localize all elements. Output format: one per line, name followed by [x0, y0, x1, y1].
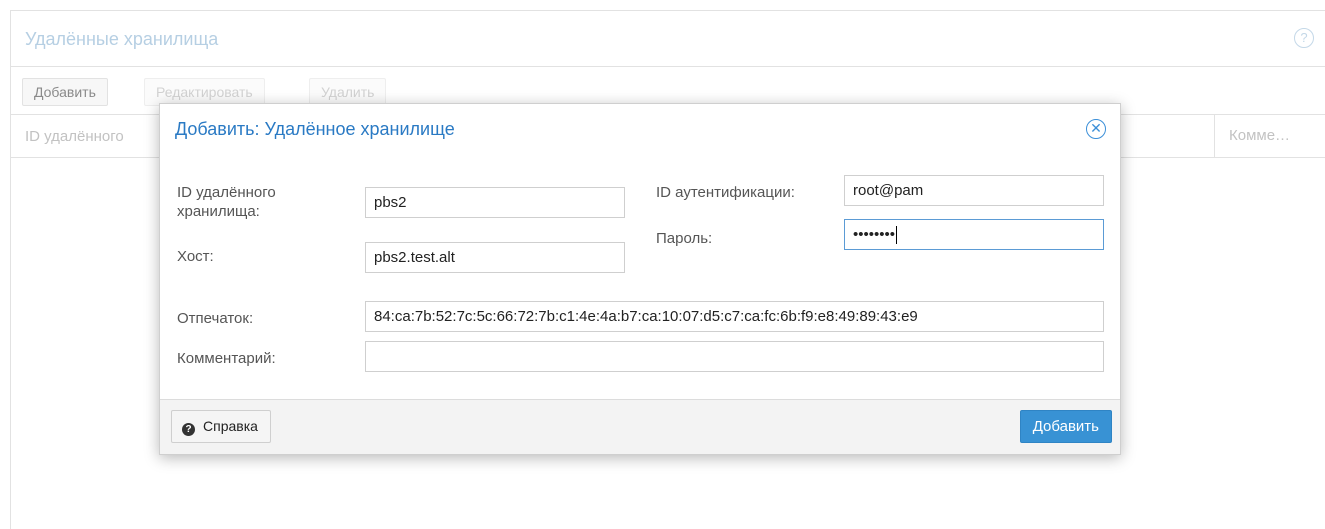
remote-id-input[interactable]: pbs2: [365, 187, 625, 218]
comment-input[interactable]: [365, 341, 1104, 372]
fingerprint-input[interactable]: 84:ca:7b:52:7c:5c:66:72:7b:c1:4e:4a:b7:c…: [365, 301, 1104, 332]
question-circle-icon[interactable]: ?: [1294, 28, 1314, 48]
host-input[interactable]: pbs2.test.alt: [365, 242, 625, 273]
panel-title: Удалённые хранилища: [25, 29, 219, 49]
password-label: Пароль:: [656, 230, 713, 247]
question-icon: ?: [182, 423, 195, 436]
text-caret: [896, 226, 898, 245]
delete-button[interactable]: Удалить: [309, 78, 387, 106]
fingerprint-label: Отпечаток:: [177, 310, 254, 327]
dialog-footer: ? Справка Добавить: [160, 399, 1120, 454]
panel-header: Удалённые хранилища ?: [11, 11, 1325, 67]
help-button[interactable]: ? Справка: [171, 410, 271, 443]
password-input[interactable]: ••••••••: [844, 219, 1104, 250]
edit-button[interactable]: Редактировать: [144, 78, 265, 106]
add-button[interactable]: Добавить: [22, 78, 108, 106]
auth-id-label: ID аутентификации:: [656, 184, 795, 201]
add-remote-dialog: Добавить: Удалённое хранилище ✕ ID удалё…: [159, 103, 1121, 455]
dialog-header: Добавить: Удалённое хранилище ✕: [160, 104, 1120, 156]
remote-id-label: ID удалённого хранилища:: [177, 184, 276, 220]
dialog-title: Добавить: Удалённое хранилище: [175, 119, 455, 139]
auth-id-input[interactable]: root@pam: [844, 175, 1104, 206]
column-header-comment[interactable]: Комме…: [1214, 115, 1325, 157]
comment-label: Комментарий:: [177, 350, 276, 367]
column-header-id[interactable]: ID удалённого: [25, 128, 124, 145]
password-value: ••••••••: [853, 226, 896, 243]
close-icon[interactable]: ✕: [1086, 119, 1106, 139]
help-button-label: Справка: [203, 418, 258, 434]
host-label: Хост:: [177, 248, 214, 265]
submit-add-button[interactable]: Добавить: [1019, 410, 1112, 443]
